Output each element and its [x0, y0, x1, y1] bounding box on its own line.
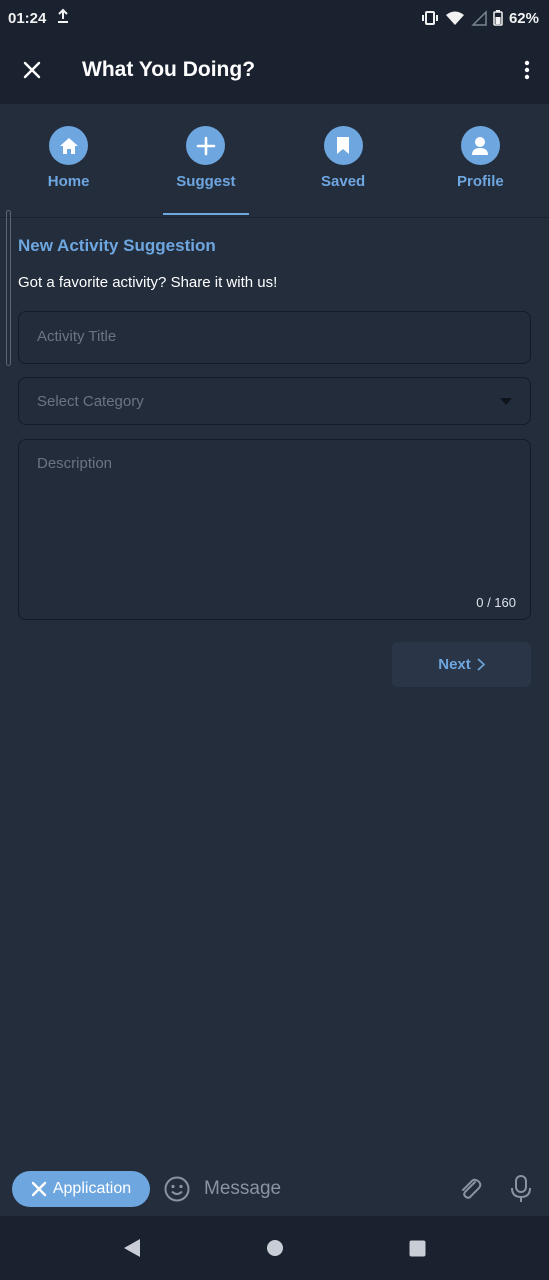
home-icon: [49, 126, 89, 165]
battery-icon: [493, 10, 503, 26]
category-placeholder: Select Category: [37, 392, 144, 410]
home-circle-icon[interactable]: [266, 1239, 284, 1257]
dropdown-arrow-icon: [500, 397, 512, 405]
scroll-indicator: [6, 210, 11, 366]
tab-saved-label: Saved: [321, 173, 366, 190]
application-chip[interactable]: Application: [12, 1171, 150, 1207]
tab-suggest[interactable]: Suggest: [145, 104, 267, 217]
tab-bar: Home Suggest Saved Profile: [0, 104, 549, 218]
form-subheading: Got a favorite activity? Share it with u…: [18, 274, 278, 291]
description-textarea[interactable]: Description 0 / 160: [18, 439, 531, 620]
microphone-button[interactable]: [509, 1174, 533, 1204]
person-icon: [460, 126, 500, 165]
vibrate-icon: [421, 11, 439, 25]
form-heading: New Activity Suggestion: [18, 236, 216, 255]
chevron-right-icon: [477, 658, 485, 671]
description-placeholder: Description: [37, 455, 113, 472]
tab-profile[interactable]: Profile: [419, 104, 541, 217]
more-menu-button[interactable]: [505, 36, 549, 104]
wifi-icon: [445, 10, 465, 26]
app-bar: What You Doing?: [0, 36, 549, 104]
bookmark-icon: [323, 126, 363, 165]
emoji-button[interactable]: [164, 1176, 190, 1202]
more-vert-icon: [524, 60, 530, 80]
message-input[interactable]: Message: [204, 1178, 455, 1200]
activity-title-placeholder: Activity Title: [37, 328, 117, 345]
signal-icon: [471, 10, 487, 26]
paperclip-icon: [462, 1178, 482, 1199]
status-bar: 01:24 62%: [0, 0, 549, 36]
emoji-icon: [164, 1176, 190, 1202]
close-icon: [31, 1181, 47, 1197]
character-counter: 0 / 160: [476, 595, 516, 610]
next-button[interactable]: Next: [392, 642, 531, 687]
tab-suggest-label: Suggest: [176, 173, 236, 190]
microphone-icon: [511, 1175, 531, 1202]
next-button-label: Next: [438, 656, 471, 673]
application-chip-label: Application: [52, 1180, 132, 1197]
recents-icon[interactable]: [409, 1240, 426, 1257]
plus-icon: [186, 126, 226, 165]
attach-button[interactable]: [455, 1174, 485, 1204]
tab-profile-label: Profile: [457, 173, 504, 190]
suggestion-form-header: New Activity Suggestion Got a favorite a…: [18, 236, 531, 291]
chat-bar: Application Message: [0, 1162, 549, 1216]
app-title: What You Doing?: [82, 58, 256, 81]
tab-saved[interactable]: Saved: [282, 104, 404, 217]
upload-icon: [56, 8, 70, 28]
close-icon: [23, 61, 41, 79]
battery-percent: 62%: [508, 9, 539, 27]
activity-title-input[interactable]: Activity Title: [18, 311, 531, 364]
tab-home-label: Home: [47, 173, 90, 190]
category-select[interactable]: Select Category: [18, 377, 531, 425]
status-time: 01:24: [8, 9, 47, 27]
tab-home[interactable]: Home: [8, 104, 130, 217]
back-icon[interactable]: [123, 1238, 141, 1258]
close-button[interactable]: [0, 36, 64, 104]
system-nav-bar: [0, 1216, 549, 1280]
